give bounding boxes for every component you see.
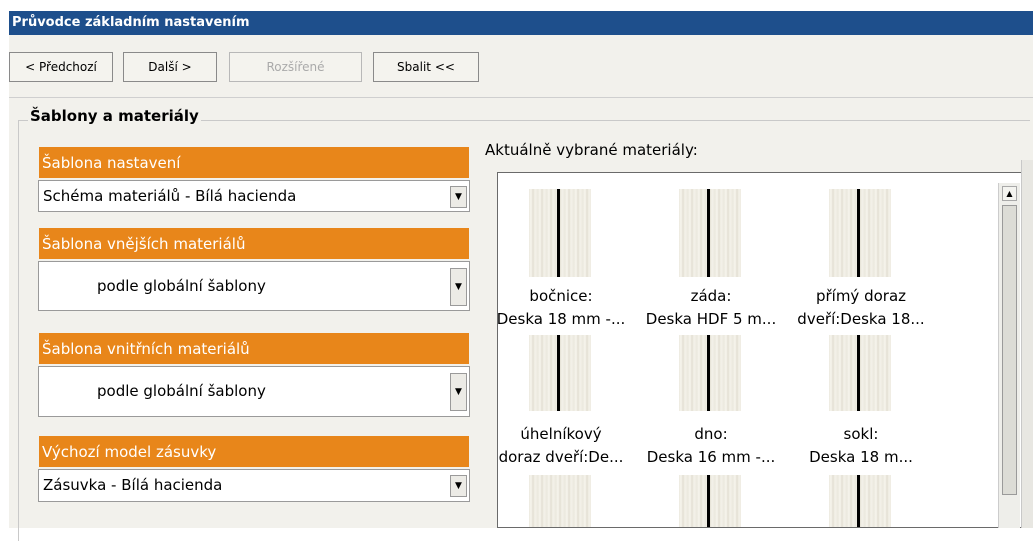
material-caption: přímý doraz dveří:Deska 18... [794,285,928,331]
group-title: Šablony a materiály [28,107,201,125]
material-swatch[interactable] [829,189,891,277]
outer-materials-value: podle globální šablony [97,277,266,295]
material-name: sokl: [843,425,879,443]
inner-materials-header: Šablona vnitřních materiálů [39,333,469,364]
material-value: Deska 18 m... [809,448,913,466]
chevron-down-icon[interactable]: ▼ [450,268,467,306]
chevron-down-icon[interactable]: ▼ [450,186,467,208]
material-caption: záda: Deska HDF 5 m... [644,285,778,331]
outer-materials-header: Šablona vnějších materiálů [39,228,469,259]
material-caption: dno: Deska 16 mm -... [644,423,778,469]
material-name: dno: [694,425,728,443]
current-materials-label: Aktuálně vybrané materiály: [485,141,698,159]
advanced-button[interactable]: Rozšířené [229,52,362,82]
material-name: úhelníkový [520,425,602,443]
material-swatch[interactable] [679,475,741,527]
inner-materials-select[interactable]: podle globální šablony ▼ [38,366,470,417]
chevron-down-icon[interactable]: ▼ [450,475,467,497]
material-name: bočnice: [529,287,593,305]
drawer-model-value: Zásuvka - Bílá hacienda [43,476,223,494]
materials-scrollbar[interactable]: ▲ [998,183,1020,528]
material-value: doraz dveří:De... [498,448,624,466]
wizard-toolbar: < Předchozí Další > Rozšířené Sbalit << [9,35,1033,98]
chevron-down-icon[interactable]: ▼ [450,373,467,411]
collapse-button[interactable]: Sbalit << [373,52,479,82]
material-value: Deska 16 mm -... [646,448,776,466]
settings-template-select[interactable]: Schéma materiálů - Bílá hacienda ▼ [38,180,470,212]
material-caption: bočnice: Deska 18 mm -... [497,285,628,331]
inner-materials-value: podle globální šablony [97,382,266,400]
materials-list[interactable]: bočnice: Deska 18 mm -... záda: Deska HD… [497,172,1033,528]
scrollbar-thumb[interactable] [1002,205,1017,495]
material-swatch[interactable] [829,335,891,411]
outer-materials-select[interactable]: podle globální šablony ▼ [38,261,470,311]
material-value: dveří:Deska 18... [797,310,925,328]
material-caption: úhelníkový doraz dveří:De... [498,423,628,469]
material-swatch[interactable] [679,189,741,277]
drawer-model-header: Výchozí model zásuvky [39,436,469,467]
material-caption: sokl: Deska 18 m... [794,423,928,469]
settings-template-header: Šablona nastavení [39,147,469,178]
material-swatch[interactable] [529,189,591,277]
arrow-up-icon[interactable]: ▲ [1002,186,1017,201]
material-swatch[interactable] [529,335,591,411]
previous-button[interactable]: < Předchozí [9,52,113,82]
material-swatch[interactable] [529,475,591,527]
next-button[interactable]: Další > [123,52,217,82]
material-swatch[interactable] [829,475,891,527]
drawer-model-select[interactable]: Zásuvka - Bílá hacienda ▼ [38,469,470,502]
material-value: Deska HDF 5 m... [645,310,777,328]
material-name: záda: [690,287,732,305]
material-name: přímý doraz [815,287,907,305]
material-value: Deska 18 mm -... [497,310,626,328]
material-swatch[interactable] [679,335,741,411]
settings-template-value: Schéma materiálů - Bílá hacienda [43,187,297,205]
window-title: Průvodce základním nastavením [9,11,1033,35]
page-scrollbar[interactable] [1021,160,1033,528]
